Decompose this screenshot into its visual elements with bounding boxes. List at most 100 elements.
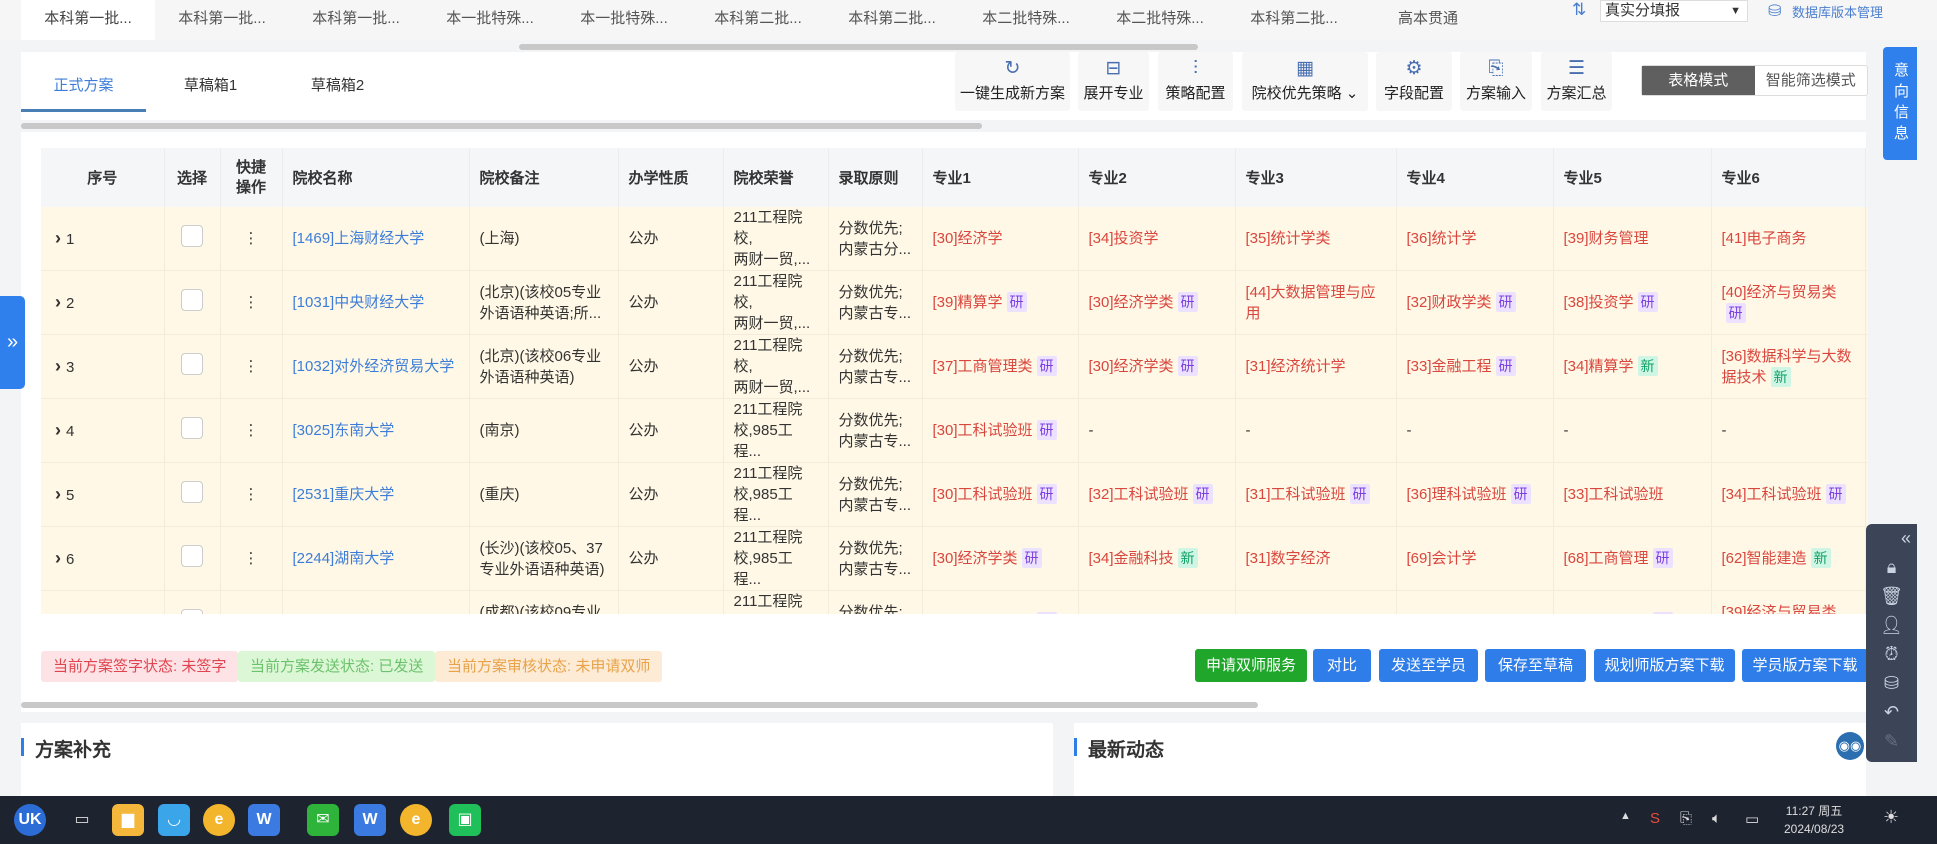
db-version-link[interactable]: 数据库版本管理 bbox=[1792, 2, 1883, 21]
toolbar-button[interactable]: ⚙ 字段配置 bbox=[1376, 52, 1452, 111]
major-cell[interactable]: [31]数字经济 bbox=[1235, 526, 1397, 591]
toolbar-button[interactable]: ▦ 院校优先策略 ⌄ bbox=[1242, 52, 1368, 111]
major-cell[interactable]: [37]精算学 bbox=[1235, 590, 1397, 614]
table-row[interactable]: › 4 ⋮ [3025]东南大学 (南京) 公办 211工程院 校,985工程... 分数优… bbox=[41, 398, 1868, 463]
more-vertical-icon[interactable]: ⋮ bbox=[244, 230, 259, 247]
mode-tab[interactable]: 正式方案 bbox=[21, 60, 146, 112]
major-cell[interactable]: [35]统计学类 bbox=[1235, 207, 1397, 271]
more-vertical-icon[interactable]: ⋮ bbox=[244, 422, 259, 439]
row-checkbox[interactable] bbox=[181, 352, 203, 375]
switch-icon[interactable]: ⇅ bbox=[1572, 0, 1586, 20]
action-button[interactable]: 规划师版方案下载 bbox=[1594, 649, 1735, 682]
row-checkbox[interactable] bbox=[181, 416, 203, 439]
lock-icon[interactable]: 🔒︎ bbox=[1866, 553, 1917, 582]
undo-icon[interactable]: ↶ bbox=[1866, 698, 1917, 727]
expand-row-chevron-icon[interactable]: › bbox=[55, 228, 66, 248]
major-cell[interactable]: [34]金融科技新 bbox=[1078, 526, 1236, 591]
clock[interactable]: 11:27 周五 2024/08/23 bbox=[1784, 802, 1844, 838]
file-tab[interactable]: 本一批特殊... bbox=[423, 0, 557, 40]
more-vertical-icon[interactable]: ⋮ bbox=[244, 294, 259, 311]
toolbar-button[interactable]: ☰ 方案汇总 bbox=[1541, 52, 1612, 111]
school-name-link[interactable]: [3025]东南大学 bbox=[282, 398, 470, 463]
major-cell[interactable]: - bbox=[1396, 398, 1554, 463]
expand-row-chevron-icon[interactable]: › bbox=[55, 356, 66, 376]
major-cell[interactable]: [44]大数据管理与应用 bbox=[1235, 270, 1397, 335]
pencil-icon[interactable]: ✎ bbox=[1866, 727, 1917, 756]
expand-row-chevron-icon[interactable]: › bbox=[55, 420, 66, 440]
row-checkbox[interactable] bbox=[181, 608, 203, 614]
major-cell[interactable]: [62]智能建造新 bbox=[1711, 526, 1866, 591]
action-button[interactable]: 学员版方案下载 bbox=[1742, 649, 1868, 682]
school-name-link[interactable]: [2531]重庆大学 bbox=[282, 462, 470, 527]
major-cell[interactable]: [36]统计学 bbox=[1396, 207, 1554, 271]
major-cell[interactable]: - bbox=[1553, 398, 1712, 463]
major-cell[interactable]: [31]工科试验班研 bbox=[1235, 462, 1397, 527]
major-cell[interactable]: [30]经济统计学 bbox=[1396, 590, 1554, 614]
expand-row-chevron-icon[interactable]: › bbox=[55, 292, 66, 312]
expand-row-chevron-icon[interactable]: › bbox=[55, 548, 66, 568]
table-row[interactable]: › 3 ⋮ [1032]对外经济贸易大学 (北京)(该校06专业 外语语种英语) 公办 2… bbox=[41, 334, 1868, 399]
major-cell[interactable]: [69]会计学 bbox=[1396, 526, 1554, 591]
wps-writer-icon[interactable]: W bbox=[354, 804, 386, 836]
major-cell[interactable]: [30]经济学 bbox=[922, 207, 1079, 271]
major-cell[interactable]: [39]精算学研 bbox=[922, 270, 1079, 335]
school-name-link[interactable]: [2244]湖南大学 bbox=[282, 526, 470, 591]
major-cell[interactable]: [32]财政学类研 bbox=[1396, 270, 1554, 335]
school-name-link[interactable]: [2595]西南财经大学 bbox=[282, 590, 470, 614]
major-cell[interactable]: [39]经济与贸易类研 bbox=[1711, 590, 1866, 614]
table-row[interactable]: › 2 ⋮ [1031]中央财经大学 (北京)(该校05专业 外语语种英语;所... 公… bbox=[41, 270, 1868, 335]
major-cell[interactable]: [34]工科试验班研 bbox=[1711, 462, 1866, 527]
file-tab[interactable]: 高本贯通 bbox=[1361, 0, 1495, 40]
file-tab[interactable]: 本一批特殊... bbox=[557, 0, 691, 40]
chat-app-icon[interactable]: ▣ bbox=[449, 804, 481, 836]
table-row[interactable]: › 6 ⋮ [2244]湖南大学 (长沙)(该校05、37 专业外语语种英语) 公办 21… bbox=[41, 526, 1868, 591]
major-cell[interactable]: [39]财务管理 bbox=[1553, 207, 1712, 271]
header-scrollbar[interactable] bbox=[21, 123, 982, 129]
network-icon[interactable]: ⎘ bbox=[1680, 810, 1692, 827]
toolbar-button[interactable]: ↻ 一键生成新方案 bbox=[955, 52, 1070, 111]
expand-row-chevron-icon[interactable]: › bbox=[55, 484, 66, 504]
tray-app-icon[interactable]: S bbox=[1650, 810, 1660, 827]
expand-sidebar-handle[interactable]: » bbox=[0, 296, 25, 389]
school-name-link[interactable]: [1031]中央财经大学 bbox=[282, 270, 470, 335]
more-vertical-icon[interactable]: ⋮ bbox=[244, 550, 259, 567]
major-cell[interactable]: [33]金融工程研 bbox=[1396, 334, 1554, 399]
major-cell[interactable]: [36]数据科学与大数据技术新 bbox=[1711, 334, 1866, 399]
major-cell[interactable]: [36]理科试验班研 bbox=[1396, 462, 1554, 527]
file-tab[interactable]: 本科第二批... bbox=[1227, 0, 1361, 40]
file-tab[interactable]: 本科第一批... bbox=[155, 0, 289, 40]
major-cell[interactable]: - bbox=[1078, 398, 1236, 463]
file-tab[interactable]: 本科第一批... bbox=[21, 0, 155, 40]
table-row[interactable]: › 1 ⋮ [1469]上海财经大学 (上海) 公办 211工程院校, 两财一贸,... 分… bbox=[41, 207, 1868, 271]
major-cell[interactable]: [34]投资学 bbox=[1078, 207, 1236, 271]
fill-mode-select[interactable]: 真实分填报 ▼ bbox=[1600, 0, 1748, 22]
row-checkbox[interactable] bbox=[181, 480, 203, 503]
major-cell[interactable]: [32]工科试验班研 bbox=[1078, 462, 1236, 527]
wechat-icon[interactable]: ✉ bbox=[307, 804, 339, 836]
table-mode-button[interactable]: 表格模式 bbox=[1642, 66, 1755, 95]
table-scrollbar[interactable] bbox=[21, 702, 1258, 708]
major-cell[interactable]: [30]工科试验班研 bbox=[922, 462, 1079, 527]
database-icon[interactable]: ⛁ bbox=[1866, 669, 1917, 698]
display-icon[interactable]: ▭ bbox=[1745, 810, 1759, 828]
major-cell[interactable]: [30]经济学类研 bbox=[922, 526, 1079, 591]
major-cell[interactable]: [31]经济统计学 bbox=[1235, 334, 1397, 399]
file-tab[interactable]: 本二批特殊... bbox=[959, 0, 1093, 40]
intent-info-tab[interactable]: 意向信息 bbox=[1883, 47, 1917, 160]
wps-writer-icon[interactable]: W bbox=[248, 804, 280, 836]
toolbar-button[interactable]: ⊟ 展开专业 bbox=[1078, 52, 1149, 111]
volume-icon[interactable]: 🔈︎ bbox=[1712, 810, 1721, 827]
collapse-icon[interactable]: « bbox=[1866, 524, 1917, 553]
tray-caret-icon[interactable]: ▲ bbox=[1620, 810, 1631, 822]
table-row[interactable]: › 5 ⋮ [2531]重庆大学 (重庆) 公办 211工程院 校,985工程... 分数优… bbox=[41, 462, 1868, 527]
file-manager-icon[interactable]: ▆ bbox=[112, 804, 144, 836]
major-cell[interactable]: [38]金融科技 bbox=[1078, 590, 1236, 614]
major-cell[interactable]: [37]工商管理类研 bbox=[922, 334, 1079, 399]
multitask-icon[interactable]: ▭ bbox=[66, 804, 98, 836]
store-icon[interactable]: ◡ bbox=[158, 804, 190, 836]
action-button[interactable]: 保存至草稿 bbox=[1485, 649, 1586, 682]
major-cell[interactable]: - bbox=[1235, 398, 1397, 463]
major-cell[interactable]: - bbox=[1711, 398, 1866, 463]
school-name-link[interactable]: [1469]上海财经大学 bbox=[282, 207, 470, 271]
file-tab[interactable]: 本科第一批... bbox=[289, 0, 423, 40]
